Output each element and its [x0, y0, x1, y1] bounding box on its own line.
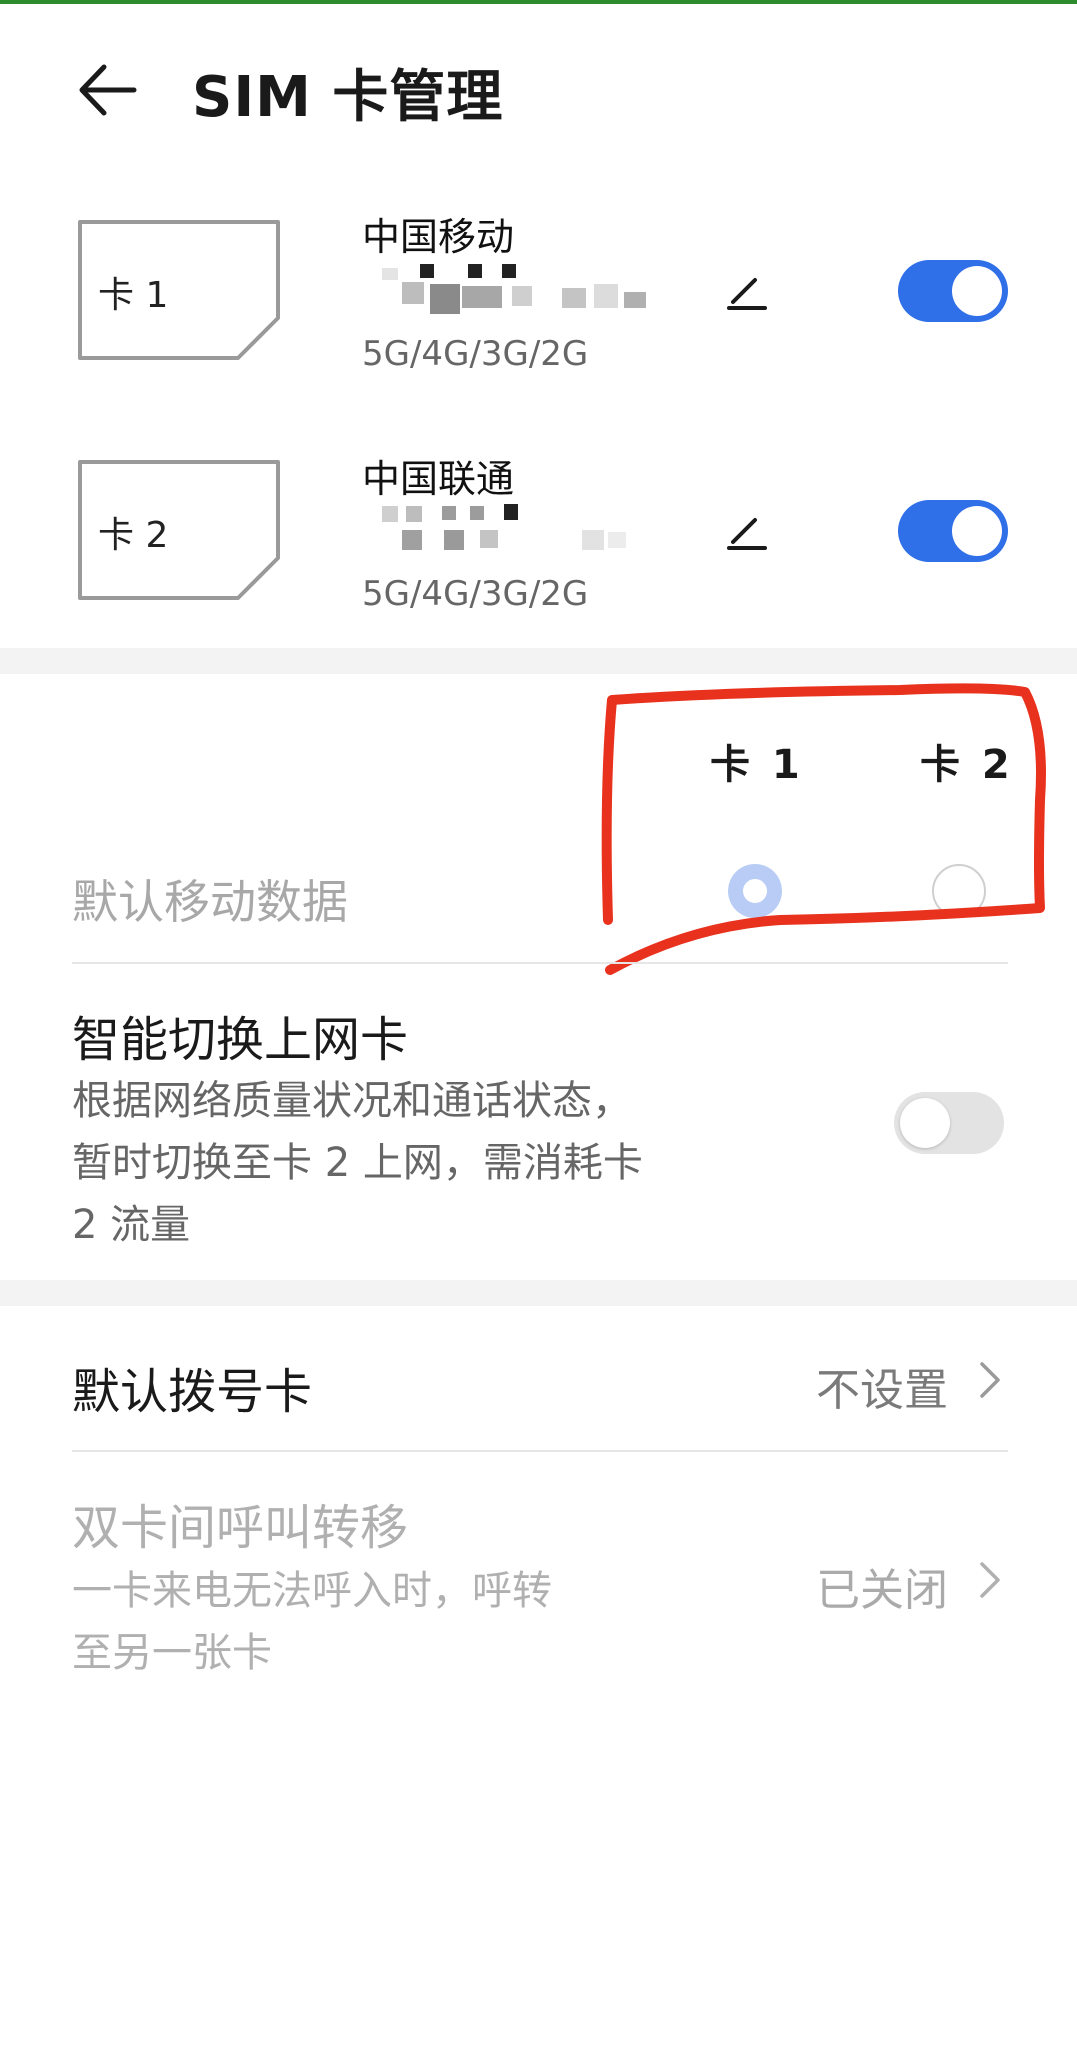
smart-switch-description: 根据网络质量状况和通话状态， 暂时切换至卡 2 上网，需消耗卡 2 流量: [72, 1070, 792, 1256]
sim-card-icon-1: 卡 1: [72, 218, 282, 360]
network-modes-2: 5G/4G/3G/2G: [362, 574, 589, 614]
page-title: SIM 卡管理: [192, 65, 504, 130]
default-dial-label[interactable]: 默认拨号卡: [72, 1352, 312, 1422]
carrier-name-2: 中国联通: [362, 457, 515, 501]
section-separator: [0, 1280, 1077, 1306]
call-forward-desc-line: 至另一张卡: [72, 1630, 272, 1676]
default-dial-value[interactable]: 不设置: [816, 1354, 948, 1418]
row-divider: [72, 1450, 1008, 1452]
masked-phone-number-1: [362, 262, 662, 314]
call-forward-value[interactable]: 已关闭: [816, 1554, 948, 1618]
sim-card-label: 卡 1: [98, 275, 169, 316]
carrier-name-1: 中国移动: [362, 215, 515, 259]
network-modes-1: 5G/4G/3G/2G: [362, 334, 589, 374]
back-arrow-icon[interactable]: [72, 55, 142, 125]
smart-switch-toggle[interactable]: [894, 1092, 1004, 1154]
sim1-enable-toggle[interactable]: [898, 260, 1008, 322]
status-edge-line: [0, 0, 1077, 4]
smart-switch-desc-line: 根据网络质量状况和通话状态，: [72, 1078, 632, 1124]
default-mobile-data-label: 默认移动数据: [72, 875, 348, 929]
call-forward-description: 一卡来电无法呼入时，呼转 至另一张卡: [72, 1560, 692, 1684]
edit-pencil-icon[interactable]: [725, 510, 769, 554]
sim2-enable-toggle[interactable]: [898, 500, 1008, 562]
red-annotation-outline: [600, 670, 1050, 980]
sim-card-label: 卡 2: [98, 515, 169, 556]
masked-phone-number-2: [362, 504, 662, 552]
smart-switch-desc-line: 暂时切换至卡 2 上网，需消耗卡: [72, 1140, 643, 1186]
edit-pencil-icon[interactable]: [725, 270, 769, 314]
chevron-right-icon[interactable]: [978, 1360, 1002, 1400]
sim-card-icon-2: 卡 2: [72, 458, 282, 600]
smart-switch-desc-line: 2 流量: [72, 1202, 191, 1248]
call-forward-desc-line: 一卡来电无法呼入时，呼转: [72, 1568, 552, 1614]
row-divider: [72, 962, 1008, 964]
chevron-right-icon[interactable]: [978, 1560, 1002, 1600]
call-forward-title: 双卡间呼叫转移: [72, 1500, 409, 1556]
smart-switch-title: 智能切换上网卡: [72, 1012, 409, 1068]
